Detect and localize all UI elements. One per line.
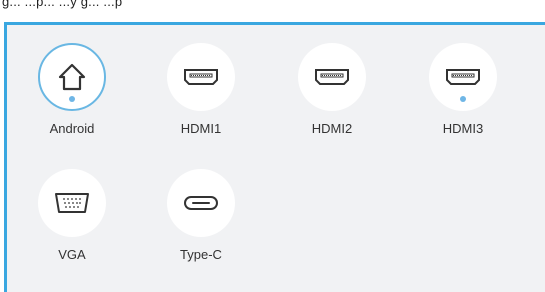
source-label: HDMI3 — [442, 121, 484, 136]
source-label: Type-C — [180, 247, 222, 262]
vga-port-icon — [55, 193, 89, 213]
source-label: VGA — [58, 247, 86, 262]
usb-c-port-icon — [184, 196, 218, 210]
home-icon — [58, 63, 86, 91]
source-label: Android — [49, 121, 95, 136]
active-indicator-dot — [69, 96, 75, 102]
hdmi-port-icon — [315, 69, 349, 85]
source-selection-screen: g... ...p... ...y g... ...p Android HDMI… — [0, 0, 545, 292]
hdmi-port-icon — [446, 69, 480, 85]
header-text-fragment: g... ...p... ...y g... ...p — [2, 0, 123, 9]
source-hdmi2-button[interactable] — [298, 43, 366, 111]
source-label: HDMI2 — [311, 121, 353, 136]
source-type-c-button[interactable] — [167, 169, 235, 237]
source-hdmi1-button[interactable] — [167, 43, 235, 111]
hdmi-port-icon — [184, 69, 218, 85]
input-source-panel: Android HDMI1 HDMI2 HDMI3 VGA Type-C — [4, 22, 545, 292]
active-indicator-dot — [460, 96, 466, 102]
cropped-header: g... ...p... ...y g... ...p — [0, 0, 545, 9]
source-label: HDMI1 — [180, 121, 222, 136]
source-vga-button[interactable] — [38, 169, 106, 237]
